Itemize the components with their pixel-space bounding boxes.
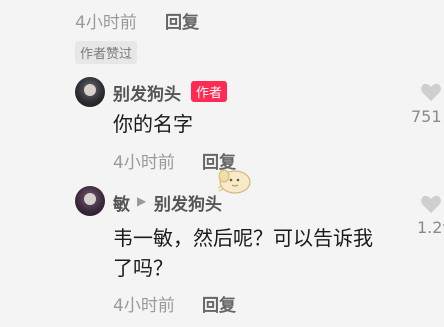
avatar[interactable]	[75, 186, 105, 216]
username[interactable]: 别发狗头	[113, 80, 181, 105]
next-comment-cutoff	[0, 318, 444, 327]
comment-text-line1: 韦一敏，然后呢？可以告诉我	[113, 226, 373, 250]
heart-icon[interactable]	[420, 82, 442, 102]
like-count: 1.2w	[417, 218, 444, 237]
username[interactable]: 敏	[113, 190, 130, 215]
reply-to-username[interactable]: 别发狗头	[154, 190, 222, 215]
timestamp: 4小时前	[113, 296, 175, 316]
like-count: 751	[411, 107, 442, 126]
timestamp: 4小时前	[75, 13, 137, 33]
reply-button[interactable]: 回复	[165, 8, 199, 33]
reply-button[interactable]: 回复	[202, 291, 236, 316]
author-tag: 作者	[191, 81, 228, 102]
avatar[interactable]	[75, 77, 105, 107]
author-liked-badge: 作者赞过	[75, 41, 138, 64]
triangle-right-icon: ▶	[137, 194, 147, 208]
dog-sticker-icon	[217, 169, 251, 194]
comment-text-line2: 了吗？	[113, 256, 173, 280]
timestamp: 4小时前	[113, 153, 175, 173]
heart-icon[interactable]	[420, 194, 442, 214]
comment-text: 你的名字	[113, 112, 193, 136]
